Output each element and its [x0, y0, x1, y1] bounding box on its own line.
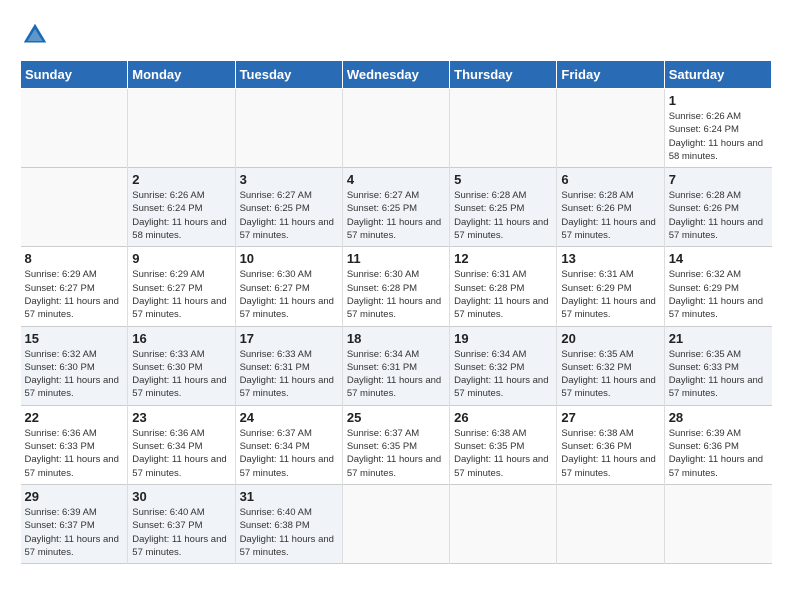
page-container: SundayMondayTuesdayWednesdayThursdayFrid…	[20, 20, 772, 564]
calendar-day: 23Sunrise: 6:36 AMSunset: 6:34 PMDayligh…	[128, 405, 235, 484]
calendar-day: 13Sunrise: 6:31 AMSunset: 6:29 PMDayligh…	[557, 247, 664, 326]
calendar-day: 25Sunrise: 6:37 AMSunset: 6:35 PMDayligh…	[342, 405, 449, 484]
col-header-monday: Monday	[128, 61, 235, 89]
calendar-day: 24Sunrise: 6:37 AMSunset: 6:34 PMDayligh…	[235, 405, 342, 484]
calendar-day: 1Sunrise: 6:26 AMSunset: 6:24 PMDaylight…	[664, 89, 771, 168]
calendar-day: 29Sunrise: 6:39 AMSunset: 6:37 PMDayligh…	[21, 484, 128, 563]
calendar-week-5: 22Sunrise: 6:36 AMSunset: 6:33 PMDayligh…	[21, 405, 772, 484]
calendar-day: 7Sunrise: 6:28 AMSunset: 6:26 PMDaylight…	[664, 168, 771, 247]
empty-cell	[235, 89, 342, 168]
empty-cell	[342, 89, 449, 168]
calendar-day: 27Sunrise: 6:38 AMSunset: 6:36 PMDayligh…	[557, 405, 664, 484]
calendar-day: 2Sunrise: 6:26 AMSunset: 6:24 PMDaylight…	[128, 168, 235, 247]
logo	[20, 20, 54, 50]
empty-cell	[450, 89, 557, 168]
calendar-day: 3Sunrise: 6:27 AMSunset: 6:25 PMDaylight…	[235, 168, 342, 247]
calendar-day: 22Sunrise: 6:36 AMSunset: 6:33 PMDayligh…	[21, 405, 128, 484]
calendar-day: 20Sunrise: 6:35 AMSunset: 6:32 PMDayligh…	[557, 326, 664, 405]
calendar-day: 4Sunrise: 6:27 AMSunset: 6:25 PMDaylight…	[342, 168, 449, 247]
calendar-week-4: 15Sunrise: 6:32 AMSunset: 6:30 PMDayligh…	[21, 326, 772, 405]
col-header-wednesday: Wednesday	[342, 61, 449, 89]
empty-cell	[450, 484, 557, 563]
calendar-day: 30Sunrise: 6:40 AMSunset: 6:37 PMDayligh…	[128, 484, 235, 563]
logo-icon	[20, 20, 50, 50]
calendar-day: 11Sunrise: 6:30 AMSunset: 6:28 PMDayligh…	[342, 247, 449, 326]
col-header-sunday: Sunday	[21, 61, 128, 89]
empty-cell	[21, 89, 128, 168]
calendar-day: 17Sunrise: 6:33 AMSunset: 6:31 PMDayligh…	[235, 326, 342, 405]
empty-cell	[342, 484, 449, 563]
calendar-day: 18Sunrise: 6:34 AMSunset: 6:31 PMDayligh…	[342, 326, 449, 405]
calendar-table: SundayMondayTuesdayWednesdayThursdayFrid…	[20, 60, 772, 564]
empty-cell	[128, 89, 235, 168]
calendar-day: 28Sunrise: 6:39 AMSunset: 6:36 PMDayligh…	[664, 405, 771, 484]
empty-cell	[557, 89, 664, 168]
calendar-week-2: 2Sunrise: 6:26 AMSunset: 6:24 PMDaylight…	[21, 168, 772, 247]
col-header-thursday: Thursday	[450, 61, 557, 89]
col-header-saturday: Saturday	[664, 61, 771, 89]
header-row: SundayMondayTuesdayWednesdayThursdayFrid…	[21, 61, 772, 89]
calendar-week-6: 29Sunrise: 6:39 AMSunset: 6:37 PMDayligh…	[21, 484, 772, 563]
calendar-day: 8Sunrise: 6:29 AMSunset: 6:27 PMDaylight…	[21, 247, 128, 326]
empty-cell	[21, 168, 128, 247]
calendar-day: 15Sunrise: 6:32 AMSunset: 6:30 PMDayligh…	[21, 326, 128, 405]
calendar-day: 12Sunrise: 6:31 AMSunset: 6:28 PMDayligh…	[450, 247, 557, 326]
calendar-day: 19Sunrise: 6:34 AMSunset: 6:32 PMDayligh…	[450, 326, 557, 405]
empty-cell	[557, 484, 664, 563]
calendar-week-1: 1Sunrise: 6:26 AMSunset: 6:24 PMDaylight…	[21, 89, 772, 168]
calendar-day: 5Sunrise: 6:28 AMSunset: 6:25 PMDaylight…	[450, 168, 557, 247]
calendar-day: 14Sunrise: 6:32 AMSunset: 6:29 PMDayligh…	[664, 247, 771, 326]
col-header-friday: Friday	[557, 61, 664, 89]
calendar-day: 10Sunrise: 6:30 AMSunset: 6:27 PMDayligh…	[235, 247, 342, 326]
calendar-day: 21Sunrise: 6:35 AMSunset: 6:33 PMDayligh…	[664, 326, 771, 405]
page-header	[20, 20, 772, 50]
calendar-week-3: 8Sunrise: 6:29 AMSunset: 6:27 PMDaylight…	[21, 247, 772, 326]
calendar-day: 26Sunrise: 6:38 AMSunset: 6:35 PMDayligh…	[450, 405, 557, 484]
calendar-day: 6Sunrise: 6:28 AMSunset: 6:26 PMDaylight…	[557, 168, 664, 247]
empty-cell	[664, 484, 771, 563]
col-header-tuesday: Tuesday	[235, 61, 342, 89]
calendar-day: 9Sunrise: 6:29 AMSunset: 6:27 PMDaylight…	[128, 247, 235, 326]
calendar-day: 16Sunrise: 6:33 AMSunset: 6:30 PMDayligh…	[128, 326, 235, 405]
calendar-day: 31Sunrise: 6:40 AMSunset: 6:38 PMDayligh…	[235, 484, 342, 563]
